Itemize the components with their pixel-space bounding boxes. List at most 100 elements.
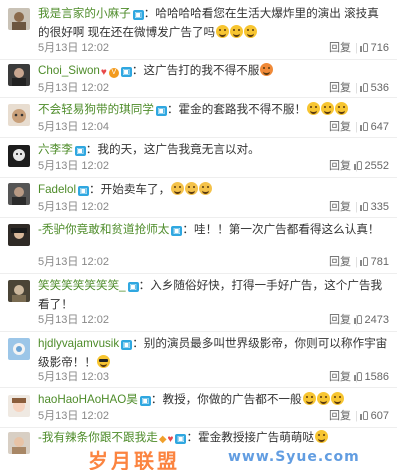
sunglasses-emoji-icon [96, 355, 110, 368]
like-button[interactable]: 2552 [353, 158, 389, 174]
username-link[interactable]: 不会轻易狗带的琪同学 [38, 103, 154, 116]
reply-button[interactable]: 回复 [329, 80, 351, 96]
comment-meta: 5月13日 12:02 回复 | 716 [38, 40, 389, 56]
username-link[interactable]: Choi_Siwon [38, 64, 100, 77]
timestamp: 5月13日 12:03 [38, 371, 109, 383]
comment-meta: 5月13日 12:03 回复 | 1586 [38, 369, 389, 385]
comment-row: 六李李 ▣ ：我的天，这广告我竟无言以对。 5月13日 12:02 回复 | 255… [0, 138, 397, 178]
watermark: 岁月联盟 www.Syue.com [88, 445, 397, 470]
laugh-emoji-icon [335, 102, 349, 115]
thumbs-up-icon [359, 122, 369, 131]
comment-meta: 5月13日 12:02 回复 | 607 [38, 408, 389, 424]
avatar[interactable] [8, 280, 30, 302]
avatar[interactable] [8, 183, 30, 205]
reply-button[interactable]: 回复 [329, 312, 351, 328]
thumbs-up-icon [353, 161, 363, 170]
comment-meta: 5月13日 12:02 回复 | 536 [38, 80, 389, 96]
username-link[interactable]: -我有辣条你跟不跟我走 [38, 431, 158, 444]
laugh-emoji-icon [316, 392, 330, 405]
timestamp: 5月13日 12:02 [38, 314, 109, 326]
reply-button[interactable]: 回复 [329, 40, 351, 56]
like-count: 1586 [364, 371, 389, 383]
avatar[interactable] [8, 8, 30, 30]
timestamp: 5月13日 12:02 [38, 82, 109, 94]
like-count: 536 [370, 82, 389, 94]
avatar[interactable] [8, 104, 30, 126]
divider: | [355, 201, 358, 213]
like-button[interactable]: 781 [359, 254, 389, 270]
like-button[interactable]: 1586 [353, 369, 389, 385]
like-count: 716 [370, 42, 389, 54]
verified-icon: ▣ [121, 340, 133, 350]
username-link[interactable]: 六李李 [38, 143, 73, 156]
thumbs-up-icon [359, 411, 369, 420]
divider: | [355, 121, 358, 133]
avatar[interactable] [8, 145, 30, 167]
username-link[interactable]: -秃驴你竟敢和贫道抢师太 [38, 223, 169, 236]
verified-icon: ▣ [175, 434, 187, 444]
comment-meta: 5月13日 12:02 回复 | 781 [38, 254, 389, 270]
timestamp: 5月13日 12:02 [38, 160, 109, 172]
timestamp: 5月13日 12:02 [38, 410, 109, 422]
avatar[interactable] [8, 432, 30, 454]
avatar[interactable] [8, 338, 30, 360]
username-link[interactable]: 我是言家的小麻子 [38, 7, 131, 20]
thumbs-up-icon [359, 202, 369, 211]
username-link[interactable]: haoHaoHAoHAO昊 [38, 393, 138, 406]
like-button[interactable]: 335 [359, 199, 389, 215]
laugh-emoji-icon [216, 25, 230, 38]
thumbs-up-icon [359, 257, 369, 266]
like-count: 647 [370, 121, 389, 133]
laugh-emoji-icon [302, 392, 316, 405]
reply-button[interactable]: 回复 [329, 158, 351, 174]
username-link[interactable]: Fadelol [38, 183, 76, 196]
like-button[interactable]: 536 [359, 80, 389, 96]
divider: | [355, 82, 358, 94]
comment-row: 不会轻易狗带的琪同学 ▣ ：霍金的套路我不得不服！ 5月13日 12:04 回复 |… [0, 98, 397, 138]
like-count: 781 [370, 256, 389, 268]
reply-button[interactable]: 回复 [329, 254, 351, 270]
comment-text: Fadelol ▣ ：开始卖车了， [38, 181, 389, 200]
laugh-emoji-icon [230, 25, 244, 38]
reply-button[interactable]: 回复 [329, 369, 351, 385]
comment-meta: 5月13日 12:02 回复 | 335 [38, 199, 389, 215]
avatar[interactable] [8, 64, 30, 86]
comment-body: ：霍金的套路我不得不服！ [166, 103, 307, 116]
avatar[interactable] [8, 395, 30, 417]
laugh-emoji-icon [244, 25, 258, 38]
verified-icon: ▣ [74, 146, 86, 156]
comment-body: ：教授，你做的广告都不一般 [150, 393, 302, 406]
thumbs-up-icon [359, 43, 369, 52]
avatar[interactable] [8, 224, 30, 246]
like-count: 607 [370, 410, 389, 422]
comment-text: 笑笑笑笑笑笑笑_ ▣ ：入乡随俗好快，打得一手好广告，这个广告我看了！ [38, 277, 389, 314]
divider: | [355, 42, 358, 54]
comment-body: ：霍金教授接广告萌萌哒 [186, 431, 314, 444]
comment-row: 笑笑笑笑笑笑笑_ ▣ ：入乡随俗好快，打得一手好广告，这个广告我看了！ 5月13日 … [0, 274, 397, 332]
timestamp: 5月13日 12:02 [38, 42, 109, 54]
like-button[interactable]: 716 [359, 40, 389, 56]
reply-button[interactable]: 回复 [329, 408, 351, 424]
like-button[interactable]: 647 [359, 119, 389, 135]
comment-text: 不会轻易狗带的琪同学 ▣ ：霍金的套路我不得不服！ [38, 101, 389, 120]
comment-row: 我是言家的小麻子 ▣ ：哈哈哈哈看您在生活大爆炸里的演出 滚技真的很好啊 现在还在微… [0, 0, 397, 60]
comment-row: Choi_Siwon♥ V ▣ ：这广告打的我不得不服 5月13日 12:02 回复 … [0, 60, 397, 98]
laugh-emoji-icon [315, 430, 328, 443]
comment-meta: 5月13日 12:04 回复 | 647 [38, 119, 389, 135]
timestamp: 5月13日 12:02 [38, 201, 109, 213]
divider: | [355, 256, 358, 268]
timestamp: 5月13日 12:04 [38, 121, 109, 133]
vip-icon: V [108, 68, 119, 78]
reply-button[interactable]: 回复 [329, 199, 351, 215]
comment-row: hjdlyvajamvusik ▣ ：别的演员最多叫世界级影帝，你则可以称作宇宙级影… [0, 332, 397, 388]
reply-button[interactable]: 回复 [329, 119, 351, 135]
comment-text: 我是言家的小麻子 ▣ ：哈哈哈哈看您在生活大爆炸里的演出 滚技真的很好啊 现在还在微… [38, 5, 389, 42]
like-button[interactable]: 607 [359, 408, 389, 424]
username-link[interactable]: 笑笑笑笑笑笑笑_ [38, 279, 126, 292]
thumbs-up-icon [353, 372, 363, 381]
verified-icon: ▣ [155, 106, 167, 116]
like-count: 2473 [364, 314, 389, 326]
comment-meta: 5月13日 12:02 回复 | 2552 [38, 158, 389, 174]
username-link[interactable]: hjdlyvajamvusik [38, 337, 119, 350]
like-button[interactable]: 2473 [353, 312, 389, 328]
